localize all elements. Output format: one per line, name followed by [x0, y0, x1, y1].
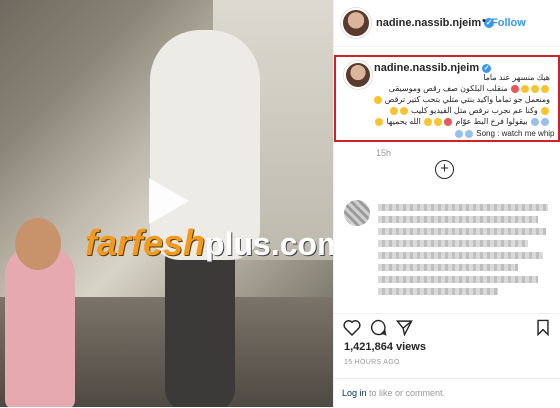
blurred-text — [378, 252, 543, 259]
post-header: nadine.nassib.njeim ✓ • Follow — [334, 0, 560, 47]
blurred-text — [378, 264, 518, 271]
watermark-part1: farfesh — [85, 222, 206, 263]
author-handle[interactable]: nadine.nassib.njeim ✓ — [376, 17, 495, 29]
blurred-text — [378, 276, 538, 283]
blurred-avatar — [344, 200, 370, 226]
watermark-part2: plus.com — [205, 226, 333, 262]
views-count: 1,421,864 views — [344, 341, 426, 353]
blurred-text — [378, 288, 498, 295]
child-head — [15, 218, 61, 270]
caption-song: Song : watch me whip — [454, 129, 555, 139]
emoji-icon — [373, 95, 382, 104]
emoji-icon — [375, 117, 384, 126]
heart-icon[interactable] — [343, 319, 361, 336]
emoji-icon — [399, 106, 408, 115]
login-text: Log in to like or comment. — [342, 388, 445, 398]
emoji-icon — [541, 106, 549, 115]
login-prompt: Log in to like or comment. — [334, 378, 560, 408]
video-player[interactable]: farfeshplus.com — [0, 0, 333, 407]
emoji-icon — [531, 84, 539, 93]
caption-highlight: nadine.nassib.njeim ✓ هيك منسهر عند ماما … — [334, 55, 560, 142]
login-link[interactable]: Log in — [342, 388, 367, 398]
blurred-comments — [344, 200, 554, 300]
emoji-icon — [541, 84, 549, 93]
comment-icon[interactable] — [370, 319, 387, 336]
caption-time: 15h — [376, 148, 392, 158]
person-emoji-icon — [444, 117, 453, 126]
author-avatar[interactable] — [341, 8, 371, 38]
follow-button[interactable]: Follow — [491, 17, 526, 29]
blurred-text — [378, 228, 546, 235]
caption-line-1: هيك منسهر عند ماما — [483, 73, 550, 82]
share-icon[interactable] — [396, 319, 413, 336]
caption-line-5: بيقولوا فرخ البط عوّام الله يحميها — [374, 117, 550, 127]
hands-emoji-icon — [531, 117, 539, 126]
post-sidebar: nadine.nassib.njeim ✓ • Follow nadine.nas… — [333, 0, 560, 407]
caption-line-4: وكنا عم نجرب نرقص متل الفيديو كليب — [389, 106, 550, 116]
watermark: farfeshplus.com — [85, 225, 333, 261]
separator-dot: • — [482, 15, 486, 27]
emoji-icon — [521, 84, 529, 93]
caption-author-handle[interactable]: nadine.nassib.njeim ✓ — [374, 62, 492, 74]
blurred-text — [378, 204, 548, 211]
caption-line-3: ومنعمل جو تماما واكيد بنتي متلي بتحب كتي… — [373, 95, 550, 105]
hands-emoji-icon — [455, 129, 463, 138]
caption-avatar[interactable] — [344, 61, 372, 89]
hands-emoji-icon — [465, 129, 473, 138]
emoji-icon — [434, 117, 443, 126]
bookmark-icon[interactable] — [536, 319, 550, 336]
instagram-post: farfeshplus.com nadine.nassib.njeim ✓ • F… — [0, 0, 560, 407]
action-bar — [334, 313, 560, 342]
hands-emoji-icon — [541, 117, 549, 126]
blurred-text — [378, 240, 528, 247]
posted-time: 15 HOURS AGO — [344, 359, 400, 366]
login-suffix: to like or comment. — [366, 388, 446, 398]
emoji-icon — [424, 117, 433, 126]
add-icon[interactable]: + — [435, 160, 454, 179]
verified-icon: ✓ — [482, 63, 492, 73]
house-emoji-icon — [511, 84, 519, 93]
emoji-icon — [389, 106, 398, 115]
caption-line-2: منقلب البلكون صف رقص وموسيقى — [389, 84, 550, 94]
blurred-text — [378, 216, 538, 223]
dancer-legs — [165, 240, 235, 407]
play-icon[interactable] — [141, 176, 191, 226]
